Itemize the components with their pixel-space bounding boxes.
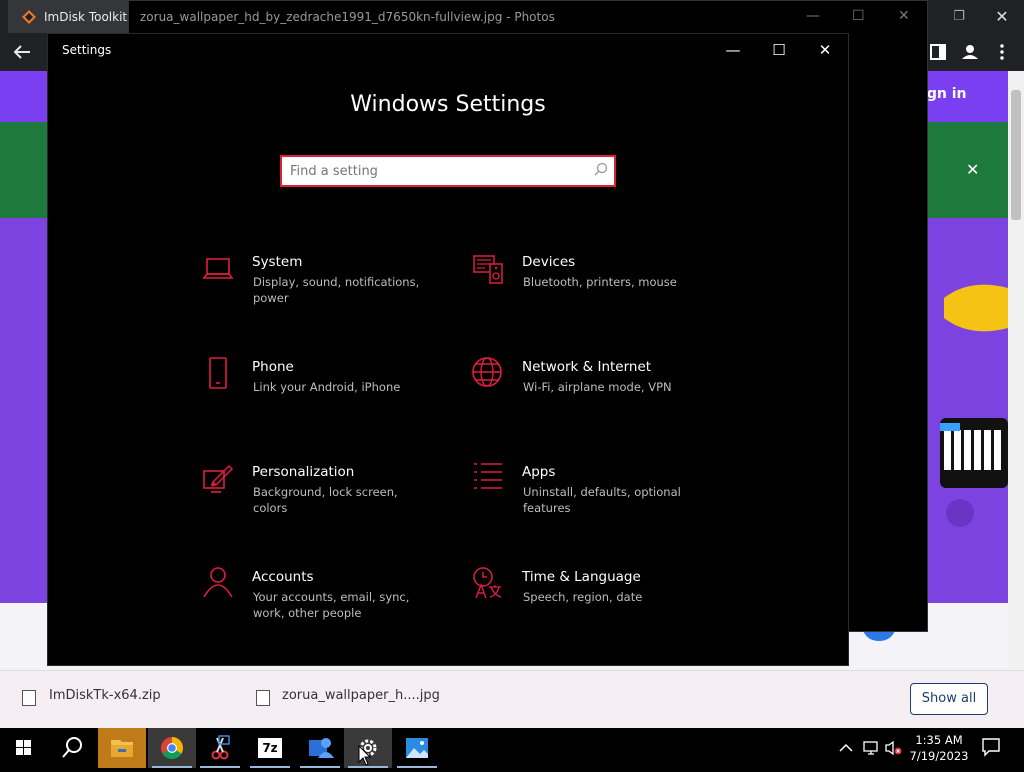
tile-phone[interactable]: Phone Link your Android, iPhone	[196, 355, 446, 425]
menu-kebab-icon[interactable]	[1000, 44, 1004, 60]
image-file-icon	[256, 690, 270, 706]
system-tray-icons[interactable]	[838, 738, 902, 758]
sidebar-icon[interactable]	[930, 44, 946, 60]
settings-window-title: Settings	[62, 43, 112, 57]
tile-apps[interactable]: Apps Uninstall, defaults, optional featu…	[466, 460, 716, 530]
minimize-icon[interactable]: —	[806, 8, 820, 24]
download-item-name[interactable]: zorua_wallpaper_h....jpg	[282, 688, 440, 703]
mouse-cursor-icon	[358, 745, 372, 766]
taskbar-file-explorer[interactable]	[98, 728, 146, 768]
globe-icon	[472, 357, 502, 387]
photos-app-icon	[406, 738, 428, 758]
tile-desc: Link your Android, iPhone	[253, 380, 401, 394]
network-icon	[863, 741, 878, 755]
taskbar-photos[interactable]	[393, 728, 441, 768]
taskbar-7zip[interactable]: 7z	[246, 728, 294, 768]
tile-title: Devices	[522, 254, 576, 270]
close-icon[interactable]: ✕	[802, 38, 848, 62]
clock-date: 7/19/2023	[909, 749, 969, 763]
tile-desc: Background, lock screen, colors	[253, 485, 398, 515]
chrome-icon	[161, 737, 183, 759]
file-explorer-icon	[111, 740, 133, 757]
tile-desc: Display, sound, notifications, power	[253, 275, 420, 305]
imdisk-favicon-icon	[22, 10, 36, 24]
phone-icon	[209, 357, 227, 389]
tile-desc: Uninstall, defaults, optional features	[523, 485, 681, 515]
zip-file-icon	[22, 690, 36, 706]
tile-title: System	[252, 254, 303, 270]
photos-window-title: zorua_wallpaper_hd_by_zedrache1991_d7650…	[140, 10, 555, 24]
tile-title: Network & Internet	[522, 359, 652, 375]
search-box[interactable]	[280, 155, 616, 187]
tile-title: Phone	[252, 359, 294, 375]
7zip-icon: 7z	[258, 738, 282, 758]
taskbar-people-app[interactable]	[296, 728, 344, 768]
show-all-button[interactable]: Show all	[910, 683, 988, 715]
tile-system[interactable]: System Display, sound, notifications, po…	[196, 250, 446, 320]
taskbar-chrome[interactable]	[148, 728, 196, 768]
person-icon	[203, 567, 233, 598]
volume-muted-icon	[885, 740, 902, 756]
close-icon[interactable]: ✕	[980, 0, 1024, 33]
taskbar-search-button[interactable]	[48, 728, 96, 768]
start-button[interactable]	[0, 728, 48, 768]
back-arrow-icon[interactable]	[8, 38, 36, 66]
hero-illustration	[940, 284, 1008, 527]
tile-title: Personalization	[252, 464, 355, 480]
taskbar-clock[interactable]: 1:35 AM 7/19/2023	[906, 732, 972, 764]
profile-icon[interactable]	[962, 45, 978, 59]
browser-tab-title: ImDisk Toolkit d	[44, 10, 130, 24]
restore-icon[interactable]: ❐	[940, 0, 978, 33]
close-icon[interactable]: ✕	[898, 8, 910, 24]
tile-accounts[interactable]: Accounts Your accounts, email, sync, wor…	[196, 565, 446, 635]
time-language-icon	[473, 567, 502, 599]
search-icon[interactable]	[594, 162, 608, 176]
maximize-icon[interactable]: ☐	[852, 8, 865, 24]
tile-title: Accounts	[252, 569, 314, 585]
laptop-icon	[202, 258, 234, 279]
tile-devices[interactable]: Devices Bluetooth, printers, mouse	[466, 250, 716, 320]
tile-title: Apps	[522, 464, 556, 480]
chevron-up-icon	[839, 743, 853, 752]
tile-desc: Speech, region, date	[523, 590, 643, 604]
clock-time: 1:35 AM	[915, 733, 963, 747]
banner-close-icon[interactable]: ✕	[966, 160, 979, 179]
browser-tab[interactable]: ImDisk Toolkit d	[8, 0, 130, 33]
apps-list-icon	[474, 463, 502, 489]
tile-desc: Bluetooth, printers, mouse	[523, 275, 677, 289]
devices-icon	[473, 255, 503, 284]
notification-center-icon[interactable]	[980, 736, 1002, 758]
scrollbar-thumb[interactable]	[1011, 90, 1021, 220]
search-input[interactable]	[290, 161, 580, 181]
tile-desc: Wi-Fi, airplane mode, VPN	[523, 380, 672, 394]
browser-toolbar-icons	[930, 44, 1004, 60]
tile-title: Time & Language	[522, 569, 641, 585]
paintbrush-icon	[203, 464, 234, 493]
page-title: Windows Settings	[350, 92, 546, 117]
taskbar-snipping-tool[interactable]	[196, 728, 244, 768]
snipping-tool-icon	[211, 735, 230, 760]
tile-network[interactable]: Network & Internet Wi-Fi, airplane mode,…	[466, 355, 716, 425]
start-icon	[16, 740, 31, 755]
tile-desc: Your accounts, email, sync, work, other …	[253, 590, 410, 620]
search-icon	[62, 737, 82, 758]
download-item-name[interactable]: ImDiskTk-x64.zip	[49, 688, 161, 703]
minimize-icon[interactable]: —	[710, 38, 756, 62]
settings-window	[47, 33, 849, 666]
people-app-icon	[309, 738, 334, 758]
maximize-icon[interactable]: ☐	[756, 38, 802, 62]
tile-time-language[interactable]: Time & Language Speech, region, date	[466, 565, 716, 635]
tile-personalization[interactable]: Personalization Background, lock screen,…	[196, 460, 446, 530]
